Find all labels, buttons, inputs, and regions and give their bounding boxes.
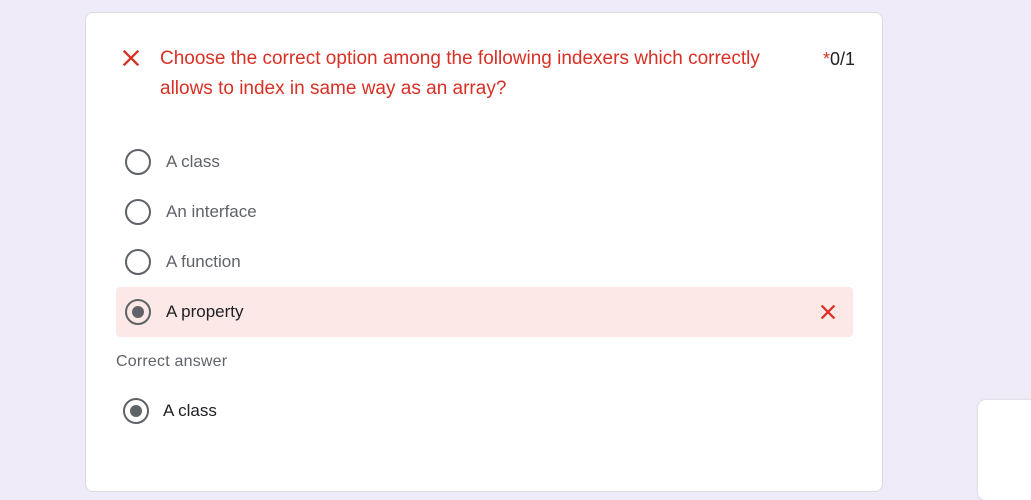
close-icon	[820, 304, 836, 320]
option-label: A property	[166, 302, 244, 321]
question-title: Choose the correct option among the foll…	[160, 48, 760, 99]
radio-button[interactable]	[125, 249, 151, 275]
option-a-function[interactable]: A function	[116, 237, 853, 287]
close-icon	[122, 49, 140, 67]
floating-side-panel	[978, 400, 1031, 500]
option-label: A function	[166, 252, 241, 271]
correct-answer-option: A class	[116, 386, 516, 436]
question-score: *0/1	[823, 44, 855, 74]
option-a-property[interactable]: A property	[116, 287, 853, 337]
option-label: A class	[166, 152, 220, 171]
option-a-class[interactable]: A class	[116, 137, 853, 187]
score-value: 0/1	[829, 49, 855, 69]
correct-answer-heading: Correct answer	[116, 353, 228, 370]
radio-button-selected	[123, 398, 149, 424]
option-label: An interface	[166, 202, 257, 221]
radio-button-selected[interactable]	[125, 299, 151, 325]
correct-answer-label: A class	[163, 401, 217, 420]
option-an-interface[interactable]: An interface	[116, 187, 853, 237]
radio-button[interactable]	[125, 149, 151, 175]
required-marker: *	[822, 49, 830, 69]
radio-button[interactable]	[125, 199, 151, 225]
question-card: Choose the correct option among the foll…	[85, 12, 883, 492]
